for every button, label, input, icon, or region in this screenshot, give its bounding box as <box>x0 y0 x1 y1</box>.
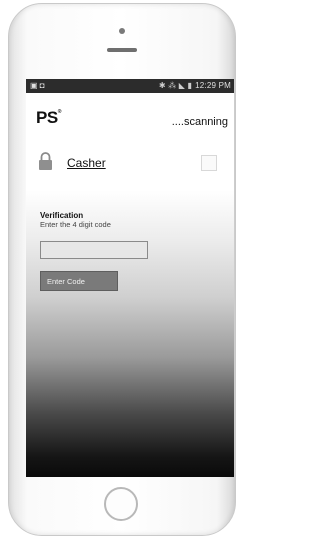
scan-status: ....scanning <box>171 116 228 128</box>
app-logo: PS® <box>36 108 61 128</box>
code-input[interactable] <box>40 241 148 259</box>
earpiece-speaker <box>107 48 137 52</box>
app-screen: ▣ ◘ ✱ ⁂ ◣ ▮ 12:29 PM PS® ....scanning Cas… <box>26 79 234 477</box>
enter-code-button[interactable]: Enter Code <box>40 271 118 291</box>
status-right: ✱ ⁂ ◣ ▮ 12:29 PM <box>159 79 231 93</box>
signal-icons: ✱ ⁂ ◣ ▮ <box>158 81 193 90</box>
verification-hint: Enter the 4 digit code <box>40 220 111 229</box>
logo-mark: ® <box>57 109 62 115</box>
status-bar: ▣ ◘ ✱ ⁂ ◣ ▮ 12:29 PM <box>26 79 234 93</box>
verification-title: Verification <box>40 211 84 220</box>
status-time: 12:29 PM <box>195 81 231 90</box>
notification-icons: ▣ ◘ <box>30 81 45 90</box>
device-checkbox[interactable] <box>201 155 217 171</box>
home-button[interactable] <box>104 487 138 521</box>
front-camera <box>119 28 125 34</box>
phone-frame: ▣ ◘ ✱ ⁂ ◣ ▮ 12:29 PM PS® ....scanning Cas… <box>8 3 236 536</box>
device-name-link[interactable]: Casher <box>67 156 106 170</box>
logo-text: PS <box>36 108 58 127</box>
lock-icon <box>39 152 52 170</box>
